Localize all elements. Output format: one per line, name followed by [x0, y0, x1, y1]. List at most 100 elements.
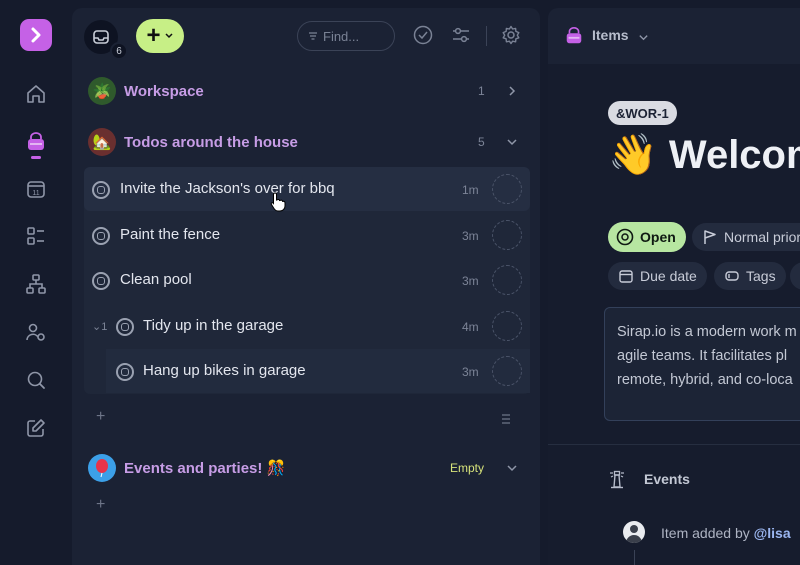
item-ref-badge[interactable]: &WOR-1 — [608, 101, 677, 125]
plant-icon: 🪴 — [88, 77, 116, 105]
event-user-link[interactable]: @lisa — [754, 525, 791, 541]
events-heading: Events — [644, 471, 690, 487]
task-row[interactable]: Invite the Jackson's over for bbq 1m — [84, 167, 530, 211]
status-circle-icon — [616, 228, 634, 246]
due-date-label: Due date — [640, 268, 697, 284]
left-rail: 11 — [0, 0, 72, 565]
group-empty-label: Empty — [450, 461, 485, 475]
tag-icon — [725, 271, 739, 281]
task-status-circle[interactable] — [92, 227, 110, 245]
task-row[interactable]: ⌄1 Tidy up in the garage 4m — [84, 304, 530, 348]
search-placeholder: Find... — [323, 28, 360, 44]
group-title: Events and parties! 🎊 — [124, 460, 286, 477]
board-icon[interactable] — [24, 224, 48, 248]
tags-label: Tags — [746, 268, 776, 284]
panel-gap — [540, 0, 548, 565]
tags-button[interactable]: Tags — [714, 262, 786, 290]
search-input[interactable]: Find... — [297, 21, 395, 51]
users-gear-icon[interactable] — [24, 320, 48, 344]
status-label: Open — [640, 229, 676, 245]
list-toolbar: 6 + Find... — [72, 8, 540, 64]
assignee-placeholder[interactable] — [492, 311, 522, 341]
section-divider — [548, 444, 800, 445]
chevron-down-icon[interactable] — [504, 460, 520, 476]
detail-header: Items — [548, 8, 800, 64]
group-header-workspace[interactable]: 🪴 Workspace 1 — [72, 71, 540, 111]
item-description[interactable]: Sirap.io is a modern work m agile teams.… — [604, 307, 800, 421]
inbox-icon — [93, 30, 109, 44]
priority-button[interactable]: Normal prior — [692, 223, 800, 251]
group-count: 5 — [478, 135, 485, 149]
task-age: 4m — [462, 320, 479, 334]
chevron-right-icon[interactable] — [504, 83, 520, 99]
subtask-count: 1 — [101, 321, 108, 333]
task-row[interactable]: Clean pool 3m — [84, 258, 530, 302]
group-header-events[interactable]: Events and parties! 🎊 Empty — [72, 448, 540, 488]
description-line: agile teams. It facilitates pl — [617, 348, 788, 364]
task-age: 3m — [462, 229, 479, 243]
add-task-button[interactable]: + — [96, 408, 105, 426]
compose-icon[interactable] — [24, 416, 48, 440]
group-count: 1 — [478, 84, 485, 98]
home-icon[interactable] — [24, 82, 48, 106]
check-circle-icon[interactable] — [412, 24, 434, 46]
description-line: Sirap.io is a modern work m — [617, 324, 797, 340]
task-status-circle[interactable] — [116, 363, 134, 381]
subtask-toggle[interactable]: ⌄1 — [92, 320, 107, 333]
add-item-button[interactable]: + — [136, 19, 184, 53]
calendar-icon — [619, 270, 633, 283]
app-logo[interactable] — [20, 19, 52, 51]
chevron-down-icon: ⌄ — [92, 321, 102, 333]
add-task-button[interactable]: + — [96, 496, 105, 514]
hierarchy-icon[interactable] — [24, 272, 48, 296]
house-icon: 🏡 — [88, 128, 116, 156]
flag-icon — [704, 230, 716, 244]
inbox-count-badge: 6 — [110, 42, 128, 60]
item-title[interactable]: 👋 Welcom — [608, 131, 800, 178]
chevron-right-icon — [31, 27, 41, 43]
task-row[interactable]: Paint the fence 3m — [84, 213, 530, 257]
list-menu-icon[interactable] — [500, 412, 512, 430]
basket-icon[interactable] — [24, 130, 48, 154]
task-title: Invite the Jackson's over for bbq — [120, 180, 335, 197]
task-age: 1m — [462, 183, 479, 197]
chevron-down-icon[interactable] — [504, 134, 520, 150]
filter-lines-icon — [309, 32, 317, 40]
due-date-button[interactable]: Due date — [608, 262, 707, 290]
calendar-icon[interactable]: 11 — [24, 177, 48, 201]
detail-breadcrumb[interactable]: Items — [592, 27, 629, 43]
assignee-placeholder[interactable] — [492, 220, 522, 250]
task-title: Paint the fence — [120, 226, 221, 243]
task-title: Tidy up in the garage — [143, 317, 284, 334]
group-title: Workspace — [124, 82, 204, 100]
priority-label: Normal prior — [724, 229, 800, 245]
active-indicator — [31, 156, 41, 159]
task-status-circle[interactable] — [116, 318, 134, 336]
assignee-placeholder[interactable] — [492, 265, 522, 295]
group-title: Todos around the house — [124, 133, 298, 151]
more-meta-button[interactable] — [790, 262, 800, 290]
description-line: remote, hybrid, and co-loca — [617, 372, 793, 388]
calendar-day: 11 — [32, 190, 39, 197]
filter-sliders-icon[interactable] — [450, 24, 472, 46]
task-age: 3m — [462, 365, 479, 379]
event-text: Item added by — [661, 525, 754, 541]
avatar — [623, 521, 645, 543]
task-status-circle[interactable] — [92, 181, 110, 199]
status-button[interactable]: Open — [608, 222, 686, 252]
assignee-placeholder[interactable] — [492, 356, 522, 386]
chevron-down-icon[interactable] — [638, 30, 649, 48]
hand-pointer-icon — [270, 192, 286, 212]
gear-icon[interactable] — [500, 24, 522, 46]
task-status-circle[interactable] — [92, 272, 110, 290]
lighthouse-icon — [608, 469, 626, 494]
task-title: Hang up bikes in garage — [143, 362, 306, 379]
chevron-down-icon — [164, 33, 173, 39]
basket-icon — [564, 26, 584, 51]
plus-icon: + — [146, 22, 161, 49]
group-header-todos[interactable]: 🏡 Todos around the house 5 — [72, 122, 540, 162]
task-row[interactable]: Hang up bikes in garage 3m — [84, 349, 530, 393]
task-title: Clean pool — [120, 271, 192, 288]
search-icon[interactable] — [24, 368, 48, 392]
assignee-placeholder[interactable] — [492, 174, 522, 204]
